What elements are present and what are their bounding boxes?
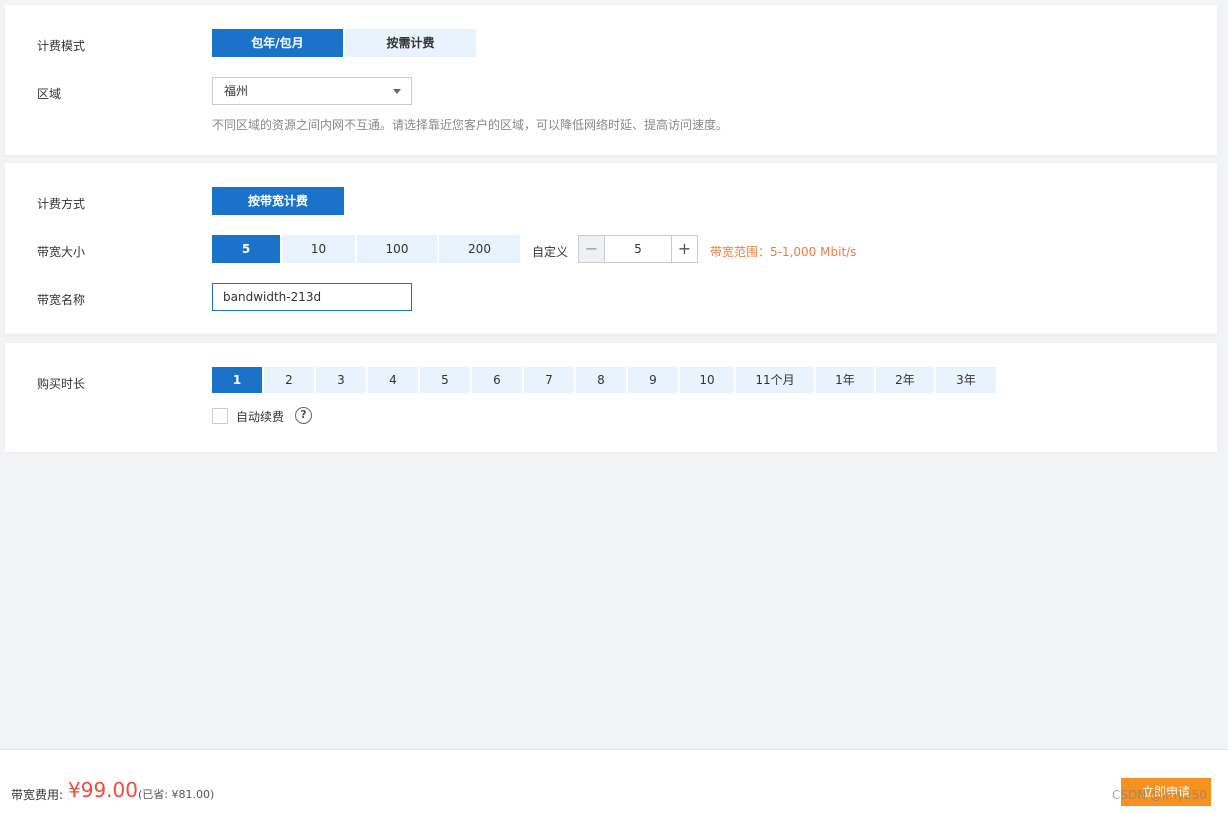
duration-option-8[interactable]: 8 (576, 367, 626, 393)
bandwidth-option-200[interactable]: 200 (439, 235, 520, 263)
region-label: 区域 (37, 87, 62, 101)
auto-renew-checkbox[interactable] (212, 408, 228, 424)
mode-option-on-demand[interactable]: 按需计费 (345, 29, 476, 57)
bandwidth-option-10[interactable]: 10 (282, 235, 355, 263)
bandwidth-stepper: − 5 + (578, 235, 698, 263)
custom-label: 自定义 (532, 245, 569, 259)
bandwidth-stepper-value[interactable]: 5 (606, 236, 670, 262)
duration-label: 购买时长 (37, 377, 86, 391)
question-circle-icon[interactable]: ? (295, 407, 312, 424)
mode-option-subscription[interactable]: 包年/包月 (212, 29, 343, 57)
watermark: CSDN @lmy250 (1112, 788, 1208, 802)
region-select[interactable]: 福州 (212, 77, 412, 105)
price-value: ¥99.00 (68, 778, 138, 802)
bandwidth-option-100[interactable]: 100 (357, 235, 437, 263)
duration-option-3-years[interactable]: 3年 (936, 367, 996, 393)
fee-label: 带宽费用: (11, 788, 64, 802)
region-select-value: 福州 (224, 84, 249, 98)
duration-option-1[interactable]: 1 (212, 367, 262, 393)
duration-option-2[interactable]: 2 (264, 367, 314, 393)
billing-method-label: 计费方式 (37, 197, 86, 211)
bandwidth-option-5[interactable]: 5 (212, 235, 280, 263)
saved-amount: (已省: ¥81.00) (138, 788, 215, 801)
duration-option-11-months[interactable]: 11个月 (736, 367, 814, 393)
increment-button[interactable]: + (671, 236, 697, 262)
duration-option-3[interactable]: 3 (316, 367, 366, 393)
bandwidth-card: 计费方式 按带宽计费 带宽大小 5 10 100 200 自定义 − 5 + 带… (5, 163, 1217, 334)
duration-option-1-year[interactable]: 1年 (816, 367, 874, 393)
bandwidth-size-label: 带宽大小 (37, 245, 86, 259)
duration-option-9[interactable]: 9 (628, 367, 678, 393)
billing-mode-card: 计费模式 包年/包月 按需计费 区域 福州 不同区域的资源之间内网不互通。请选择… (5, 5, 1217, 155)
duration-option-2-years[interactable]: 2年 (876, 367, 934, 393)
duration-option-10[interactable]: 10 (680, 367, 734, 393)
bandwidth-name-label: 带宽名称 (37, 293, 86, 307)
duration-option-5[interactable]: 5 (420, 367, 470, 393)
auto-renew-label[interactable]: 自动续费 (236, 408, 284, 425)
bandwidth-range-hint: 带宽范围：5-1,000 Mbit/s (710, 245, 857, 259)
billing-mode-label: 计费模式 (37, 39, 86, 53)
duration-option-4[interactable]: 4 (368, 367, 418, 393)
bandwidth-name-input[interactable]: bandwidth-213d (212, 283, 412, 311)
decrement-button[interactable]: − (579, 236, 605, 262)
billing-method-bandwidth[interactable]: 按带宽计费 (212, 187, 344, 215)
duration-card: 购买时长 1 2 3 4 5 6 7 8 9 10 11个月 1年 2年 3年 … (5, 343, 1217, 452)
duration-option-6[interactable]: 6 (472, 367, 522, 393)
chevron-down-icon (393, 89, 401, 94)
duration-option-7[interactable]: 7 (524, 367, 574, 393)
footer-bar: 带宽费用: ¥99.00 (已省: ¥81.00) 立即申请 CSDN @lmy… (0, 749, 1228, 813)
region-hint: 不同区域的资源之间内网不互通。请选择靠近您客户的区域，可以降低网络时延、提高访问… (212, 118, 729, 132)
